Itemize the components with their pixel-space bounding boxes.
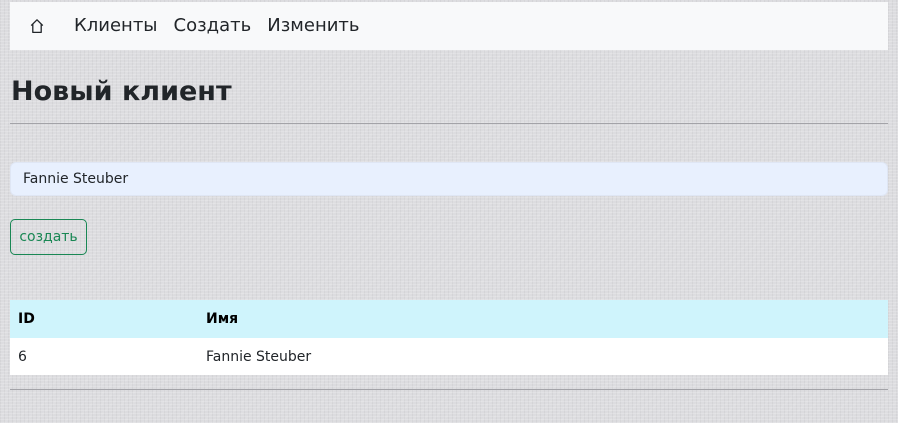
house-icon (30, 19, 44, 34)
divider (10, 123, 888, 124)
nav-links: Клиенты Создать Изменить (74, 2, 376, 50)
nav-link-clients[interactable]: Клиенты (74, 17, 158, 35)
column-header-id: ID (18, 311, 35, 327)
divider (10, 389, 888, 390)
navbar: Клиенты Создать Изменить (10, 2, 888, 50)
table-header: ID Имя (10, 300, 888, 338)
table-row: 6 Fannie Steuber (10, 338, 888, 375)
table-body: 6 Fannie Steuber (10, 338, 888, 375)
column-header-name: Имя (206, 311, 239, 327)
page-title: Новый клиент (11, 76, 232, 107)
table-header-row: ID Имя (10, 300, 888, 338)
nav-link-edit[interactable]: Изменить (267, 17, 359, 35)
table-cell-name: Fannie Steuber (206, 348, 312, 365)
nav-link-create[interactable]: Создать (174, 17, 252, 35)
clients-table: ID Имя 6 Fannie Steuber (10, 300, 888, 375)
create-button[interactable]: создать (10, 219, 87, 255)
home-link[interactable] (26, 12, 48, 40)
table-cell-id: 6 (18, 348, 27, 365)
client-name-input[interactable] (10, 162, 888, 196)
